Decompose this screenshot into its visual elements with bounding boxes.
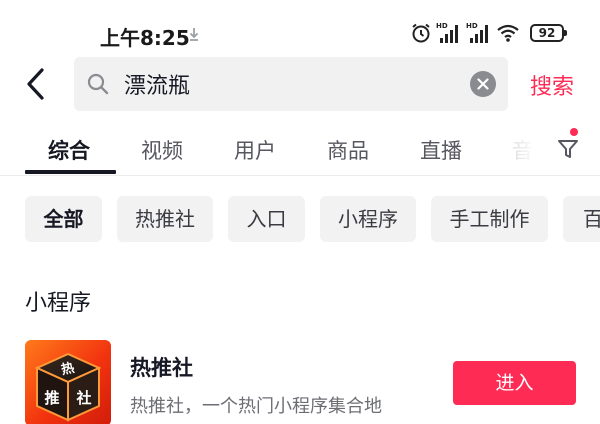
chip-mini-program[interactable]: 小程序	[320, 196, 416, 242]
filter-button[interactable]	[556, 133, 582, 165]
tab-video[interactable]: 视频	[141, 135, 183, 165]
section-title: 小程序	[25, 291, 92, 316]
tabs-divider	[0, 175, 600, 176]
search-input[interactable]	[124, 71, 444, 96]
tab-users[interactable]: 用户	[234, 135, 276, 165]
mini-program-logo-image: 热 推 社	[34, 352, 102, 422]
status-bar: 上午8:25 HD HD 92	[0, 0, 600, 60]
download-indicator-icon	[189, 28, 199, 41]
back-button[interactable]	[22, 66, 54, 102]
tab-products[interactable]: 商品	[327, 135, 369, 165]
svg-text:HD: HD	[466, 22, 478, 30]
chevron-left-icon	[27, 68, 44, 100]
mini-program-card[interactable]: 热 推 社 热推社 热推社，一个热门小程序集合地 进入	[0, 330, 600, 424]
tab-live[interactable]: 直播	[420, 135, 462, 165]
hd-signal-icon: HD	[466, 22, 488, 43]
svg-text:HD: HD	[436, 22, 448, 30]
filter-icon	[558, 140, 578, 158]
status-icons: HD HD 92	[410, 20, 567, 46]
mini-program-description: 热推社，一个热门小程序集合地	[130, 396, 382, 417]
chip-reduishe[interactable]: 热推社	[117, 196, 213, 242]
clear-button[interactable]	[470, 71, 496, 97]
svg-text:社: 社	[75, 389, 91, 407]
status-time: 上午8:25	[100, 26, 190, 50]
clear-icon	[477, 78, 489, 90]
category-tabs: 综合 视频 用户 商品 直播 音	[0, 125, 600, 175]
chip-more[interactable]: 百	[563, 196, 600, 242]
notification-dot	[570, 128, 578, 136]
enter-button[interactable]: 进入	[453, 361, 576, 405]
hd-signal-icon: HD	[436, 22, 458, 43]
alarm-icon	[412, 23, 430, 43]
tab-fade-overlay	[505, 133, 545, 167]
wifi-icon	[497, 24, 519, 42]
chip-entrance[interactable]: 入口	[228, 196, 305, 242]
active-tab-indicator	[25, 170, 116, 174]
battery-icon: 92	[530, 24, 567, 42]
mini-program-logo: 热 推 社	[25, 340, 111, 424]
mini-program-name: 热推社	[130, 356, 193, 380]
search-box[interactable]	[74, 57, 508, 111]
tab-comprehensive[interactable]: 综合	[48, 135, 90, 165]
svg-text:推: 推	[44, 389, 59, 407]
search-icon	[87, 73, 109, 95]
filter-chips: 全部 热推社 入口 小程序 手工制作 百	[0, 196, 600, 244]
chip-all[interactable]: 全部	[25, 196, 102, 242]
chip-handmade[interactable]: 手工制作	[431, 196, 548, 242]
search-submit-button[interactable]: 搜索	[530, 69, 574, 101]
